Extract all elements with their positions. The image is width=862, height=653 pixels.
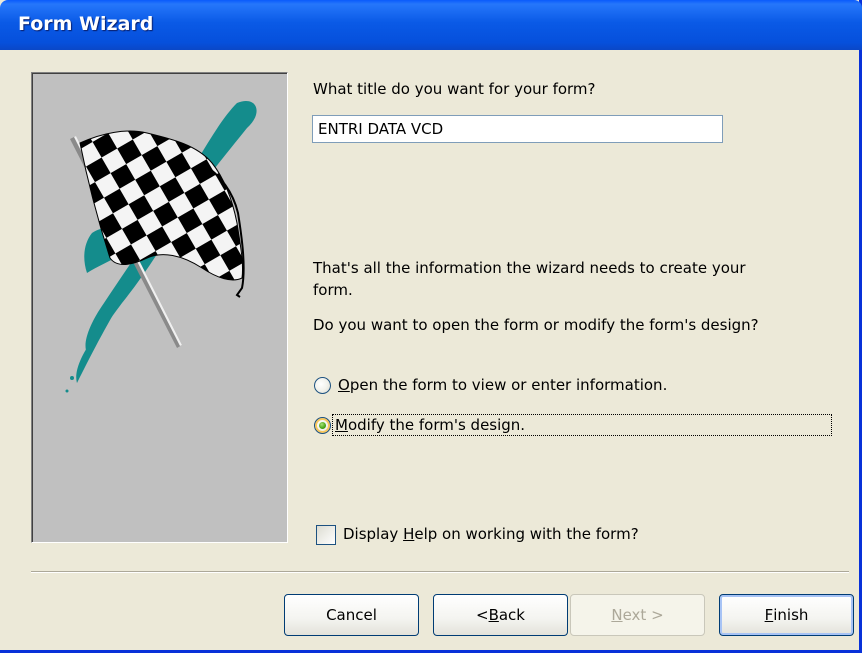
finish-button[interactable]: Finish	[719, 594, 854, 636]
radio-open-form[interactable]	[314, 376, 331, 394]
next-button[interactable]: Next >	[570, 594, 705, 636]
option-open-form[interactable]: Open the form to view or enter informati…	[314, 372, 667, 398]
button-separator	[31, 571, 849, 573]
option-modify-design-label: Modify the form's design.	[332, 414, 832, 436]
title-prompt-label: What title do you want for your form?	[313, 80, 596, 98]
wizard-picture-panel	[31, 72, 288, 543]
title-bar[interactable]: Form Wizard	[0, 0, 862, 50]
back-button[interactable]: < Back	[433, 594, 568, 636]
cancel-button[interactable]: Cancel	[284, 594, 419, 636]
help-checkbox-label: Display Help on working with the form?	[343, 525, 639, 543]
option-modify-design[interactable]: Modify the form's design.	[314, 412, 832, 438]
info-text-line2: form.	[313, 281, 353, 299]
radio-modify-design[interactable]	[314, 416, 331, 434]
window-title: Form Wizard	[18, 13, 154, 35]
checkered-flag-icon	[65, 101, 257, 393]
form-wizard-dialog: Form Wizard What title do you want for y…	[0, 0, 862, 653]
help-checkbox[interactable]	[316, 525, 336, 545]
info-text-line1: That's all the information the wizard ne…	[313, 259, 746, 277]
option-open-form-label: Open the form to view or enter informati…	[338, 376, 668, 394]
open-or-modify-prompt: Do you want to open the form or modify t…	[313, 316, 759, 334]
form-title-input[interactable]	[312, 115, 723, 143]
